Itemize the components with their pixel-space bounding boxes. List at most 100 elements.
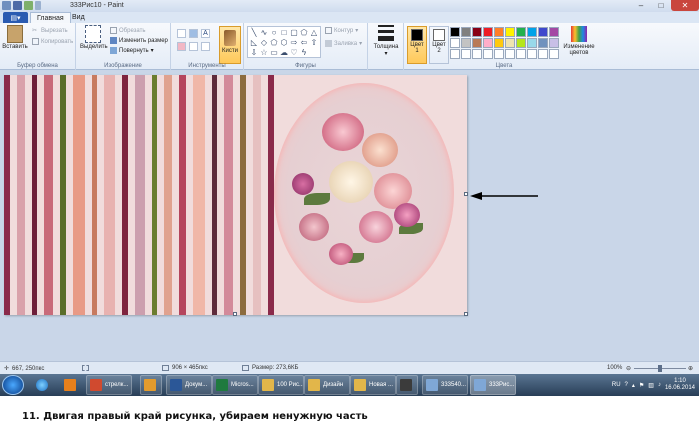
select-button[interactable]: Выделить [80,25,108,50]
zoom-out-button[interactable]: ⊖ [626,365,631,372]
media-player-icon[interactable] [58,375,82,395]
ie-icon[interactable] [30,375,54,395]
size-button[interactable]: Толщина ▾ [373,25,399,57]
taskbar-window-button[interactable]: Micros... [212,375,258,395]
resize-handle-bottom[interactable] [233,312,237,316]
edit-colors-button[interactable]: Изменение цветов [561,26,597,56]
drawing-canvas[interactable] [4,75,467,315]
palette-color-swatch[interactable] [538,27,548,37]
curve-shape-icon[interactable]: ∿ [260,29,268,37]
palette-color-swatch[interactable] [450,49,460,59]
palette-color-swatch[interactable] [494,38,504,48]
arrow-down-shape-icon[interactable]: ⇩ [250,49,258,57]
network-icon[interactable]: ▥ [648,382,654,389]
file-menu-button[interactable]: ▤▾ [3,12,28,23]
resize-handle-right[interactable] [464,192,468,196]
palette-color-swatch[interactable] [483,49,493,59]
tab-home[interactable]: Главная [30,12,71,23]
pentagon-shape-icon[interactable]: ⬠ [270,39,278,47]
diamond-shape-icon[interactable]: ◇ [260,39,268,47]
cloud-shape-icon[interactable]: ☁ [280,49,288,57]
arrow-up-shape-icon[interactable]: ⇧ [310,39,318,47]
zoom-in-button[interactable]: ⊕ [688,365,693,372]
palette-color-swatch[interactable] [494,49,504,59]
taskbar-window-button[interactable]: Докум... [166,375,212,395]
fill-button[interactable]: Заливка ▾ [325,40,362,47]
maximize-button[interactable]: □ [651,0,671,11]
palette-color-swatch[interactable] [516,38,526,48]
palette-color-swatch[interactable] [472,27,482,37]
eraser-icon[interactable] [177,42,186,51]
close-button[interactable]: ✕ [671,0,699,11]
palette-color-swatch[interactable] [461,38,471,48]
outline-button[interactable]: Контур ▾ [325,27,358,34]
color1-button[interactable]: Цвет 1 [407,26,427,64]
taskbar-window-button[interactable]: Дизайн [304,375,350,395]
palette-color-swatch[interactable] [527,38,537,48]
help-icon[interactable]: ? [625,382,628,388]
cut-button[interactable]: ✂ Вырезать [32,27,68,35]
color2-button[interactable]: Цвет 2 [429,26,449,64]
palette-color-swatch[interactable] [516,49,526,59]
palette-color-swatch[interactable] [483,38,493,48]
star-shape-icon[interactable]: ☆ [260,49,268,57]
palette-color-swatch[interactable] [461,49,471,59]
palette-color-swatch[interactable] [472,49,482,59]
taskbar-window-button[interactable] [140,375,162,395]
minimize-button[interactable]: – [631,0,651,11]
crop-button[interactable]: Обрезать [110,27,145,34]
palette-color-swatch[interactable] [549,27,559,37]
resize-button[interactable]: Изменить размер [110,37,168,44]
palette-color-swatch[interactable] [549,38,559,48]
paint-app-icon[interactable] [2,1,11,10]
save-icon[interactable] [13,1,22,10]
palette-color-swatch[interactable] [461,27,471,37]
taskbar-window-button[interactable]: Новая ... [350,375,396,395]
resize-handle-corner[interactable] [464,312,468,316]
redo-icon[interactable] [35,1,41,10]
palette-color-swatch[interactable] [549,49,559,59]
rotate-button[interactable]: Повернуть ▾ [110,47,154,54]
rectangle-shape-icon[interactable]: □ [280,29,288,37]
paste-button[interactable]: Вставить [2,25,28,50]
undo-icon[interactable] [24,1,33,10]
palette-color-swatch[interactable] [516,27,526,37]
callout-shape-icon[interactable]: ▭ [270,49,278,57]
palette-color-swatch[interactable] [538,49,548,59]
magnifier-icon[interactable] [201,42,210,51]
copy-button[interactable]: Копировать [32,38,73,45]
text-tool-icon[interactable]: A [201,29,210,38]
tab-view[interactable]: Вид [66,12,91,23]
tray-arrow-icon[interactable]: ▴ [632,382,635,389]
taskbar-window-button[interactable]: 100 Рис... [258,375,304,395]
palette-color-swatch[interactable] [538,38,548,48]
right-triangle-shape-icon[interactable]: ◺ [250,39,258,47]
oval-shape-icon[interactable]: ○ [270,29,278,37]
rounded-rectangle-shape-icon[interactable]: ▢ [290,29,298,37]
taskbar-window-button[interactable]: 333Рис... [470,375,516,395]
palette-color-swatch[interactable] [483,27,493,37]
pencil-icon[interactable] [177,29,186,38]
language-indicator[interactable]: RU [612,382,621,388]
start-button[interactable] [2,375,24,395]
polygon-shape-icon[interactable]: ⬠ [300,29,308,37]
hexagon-shape-icon[interactable]: ⬡ [280,39,288,47]
palette-color-swatch[interactable] [494,27,504,37]
arrow-right-shape-icon[interactable]: ⇨ [290,39,298,47]
lightning-shape-icon[interactable]: ϟ [300,49,308,57]
palette-color-swatch[interactable] [527,49,537,59]
taskbar-window-button[interactable]: 333540... [422,375,468,395]
palette-color-swatch[interactable] [450,27,460,37]
fill-bucket-icon[interactable] [189,29,198,38]
clock[interactable]: 1:10 16.06.2014 [665,378,695,392]
volume-icon[interactable]: ♪ [658,382,661,388]
taskbar-window-button[interactable]: стрелк... [86,375,132,395]
palette-color-swatch[interactable] [505,49,515,59]
arrow-left-shape-icon[interactable]: ⇦ [300,39,308,47]
heart-shape-icon[interactable]: ♡ [290,49,298,57]
palette-color-swatch[interactable] [472,38,482,48]
taskbar-window-button[interactable] [396,375,418,395]
palette-color-swatch[interactable] [450,38,460,48]
zoom-slider-thumb[interactable] [658,365,662,372]
palette-color-swatch[interactable] [527,27,537,37]
